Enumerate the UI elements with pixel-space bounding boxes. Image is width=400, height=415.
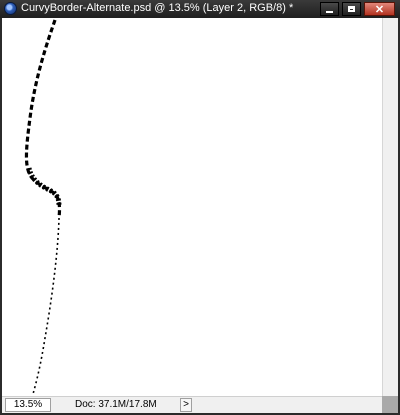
horizontal-scrollbar[interactable] — [194, 397, 382, 413]
status-menu-arrow-icon[interactable]: > — [180, 398, 192, 412]
zoom-field[interactable]: 13.5% — [5, 398, 51, 412]
minimize-icon — [326, 10, 333, 13]
status-bar: 13.5% Doc: 37.1M/17.8M > — [2, 396, 382, 413]
border-curve-bulge — [26, 167, 62, 207]
scrollbar-corner — [382, 396, 398, 413]
title-bar[interactable]: CurvyBorder-Alternate.psd @ 13.5% (Layer… — [0, 0, 400, 18]
window-title: CurvyBorder-Alternate.psd @ 13.5% (Layer… — [21, 2, 294, 14]
maximize-button[interactable] — [342, 2, 361, 16]
minimize-button[interactable] — [320, 2, 339, 16]
document-window: CurvyBorder-Alternate.psd @ 13.5% (Layer… — [0, 0, 400, 415]
document-icon[interactable] — [4, 2, 17, 15]
document-size-info: Doc: 37.1M/17.8M — [75, 399, 157, 410]
close-icon: ✕ — [374, 3, 385, 16]
document-canvas[interactable] — [2, 18, 382, 396]
maximize-icon — [348, 6, 355, 12]
vertical-scrollbar[interactable] — [382, 18, 398, 396]
close-button[interactable]: ✕ — [364, 2, 395, 16]
curvy-border-stroke — [24, 19, 62, 395]
border-curve-lower — [32, 217, 60, 395]
